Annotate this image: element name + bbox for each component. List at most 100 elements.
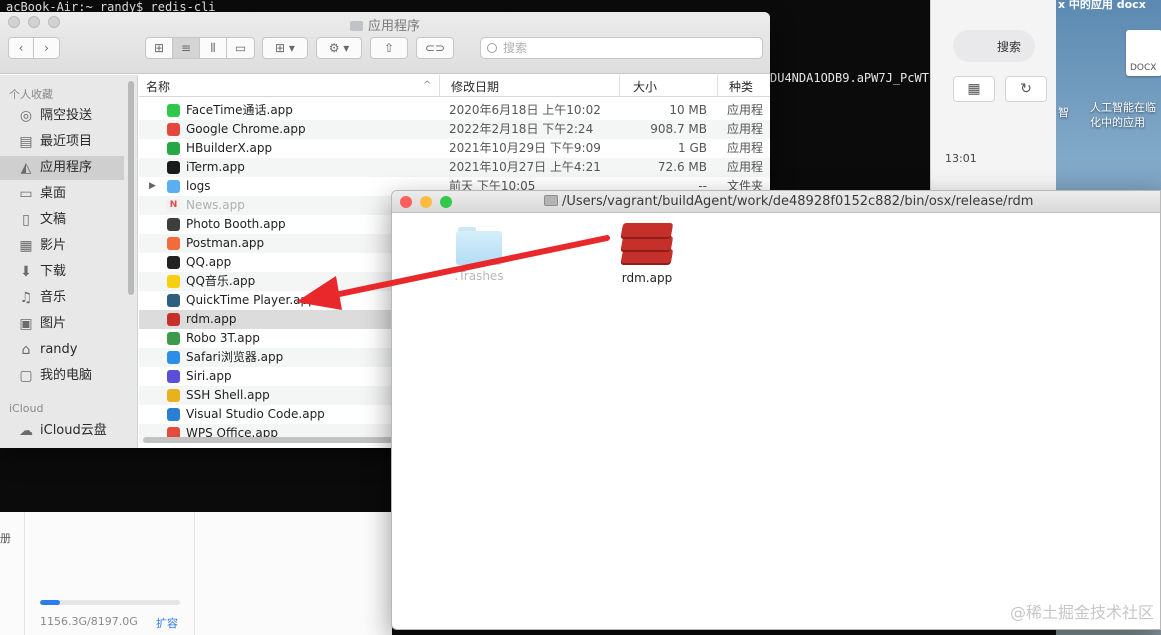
file-name: Visual Studio Code.app	[186, 407, 325, 421]
window-title-text: 应用程序	[367, 19, 420, 34]
refresh-icon[interactable]: ↻	[1005, 76, 1047, 102]
rdm-window-titlebar: /Users/vagrant/buildAgent/work/de48928f0…	[392, 191, 1160, 213]
caption-line-2: 化中的应用	[1090, 116, 1145, 129]
movies-icon: ▦	[19, 238, 33, 254]
file-name: Robo 3T.app	[186, 331, 260, 345]
column-separator[interactable]	[439, 75, 440, 97]
column-separator[interactable]	[619, 75, 620, 97]
disclosure-triangle-icon[interactable]: ▶	[149, 177, 156, 196]
share-icon[interactable]: ⇧	[370, 37, 408, 59]
action-gear-icon[interactable]: ⚙ ▾	[316, 37, 362, 59]
file-name: FaceTime通话.app	[186, 103, 293, 117]
sidebar-scrollbar[interactable]	[128, 81, 134, 295]
grid-view-icon[interactable]: ▦	[953, 76, 995, 102]
desktop-file-label: x 中的应用 docx	[1058, 0, 1146, 11]
airdrop-icon: ◎	[19, 108, 33, 124]
rdm-app-icon-item[interactable]: rdm.app	[602, 223, 692, 285]
file-row[interactable]: HBuilderX.app 2021年10月29日 下午9:09 1 GB 应用程	[139, 139, 770, 158]
search-icon	[487, 43, 497, 53]
divider	[24, 512, 25, 635]
column-header-kind[interactable]: 种类	[729, 78, 753, 95]
app-icon: N	[167, 199, 180, 212]
file-name: SSH Shell.app	[186, 388, 270, 402]
sidebar-item-8[interactable]: ♫ 音乐	[0, 286, 124, 310]
pictures-icon: ▣	[19, 316, 33, 332]
sidebar-item-icloud-drive[interactable]: ☁ iCloud云盘	[0, 419, 124, 443]
icon-view-icon[interactable]: ⊞	[146, 38, 173, 58]
redis-logo-icon	[620, 223, 674, 267]
documents-icon: ▯	[22, 212, 30, 228]
zoom-button[interactable]	[440, 196, 452, 208]
app-icon	[167, 161, 180, 174]
file-name: logs	[186, 179, 211, 193]
desktop-side-text: 智	[1058, 106, 1069, 119]
back-icon[interactable]: ‹	[9, 38, 34, 58]
gallery-view-icon[interactable]: ▭	[227, 38, 254, 58]
path-text: /Users/vagrant/buildAgent/work/de48928f0…	[562, 194, 1034, 209]
tag-icon[interactable]: ⊂⊃	[416, 37, 454, 59]
disk-icon	[544, 195, 558, 206]
sidebar-item-5[interactable]: ▯ 文稿	[0, 208, 124, 232]
sidebar-item-1[interactable]: ◎ 隔空投送	[0, 104, 124, 128]
file-name: Photo Booth.app	[186, 217, 286, 231]
list-view-icon[interactable]: ≡	[173, 38, 200, 58]
app-icon	[167, 180, 180, 193]
background-search-button[interactable]: 搜索	[953, 30, 1035, 62]
sidebar-item-3[interactable]: ◭ 应用程序	[0, 156, 124, 180]
file-name: HBuilderX.app	[186, 141, 273, 155]
file-date: 2020年6月18日 上午10:02	[449, 103, 601, 117]
file-row[interactable]: FaceTime通话.app 2020年6月18日 上午10:02 10 MB 应用程	[139, 101, 770, 120]
docx-label: DOCX	[1130, 63, 1157, 73]
file-kind: 应用程	[727, 160, 764, 174]
column-header-name[interactable]: 名称	[146, 78, 170, 95]
column-separator[interactable]	[717, 75, 718, 97]
storage-panel: 册 1156.3G/8197.0G 扩容	[0, 512, 392, 635]
app-icon	[167, 313, 180, 326]
group-by-button[interactable]: ⊞ ▾	[262, 37, 308, 59]
storage-progress-bar	[40, 600, 180, 605]
file-name: rdm.app	[186, 312, 237, 326]
sidebar-item-7[interactable]: ⬇ 下载	[0, 260, 124, 284]
rdm-volume-window: /Users/vagrant/buildAgent/work/de48928f0…	[391, 190, 1161, 630]
folder-icon	[456, 227, 502, 265]
sidebar-item-label: 我的电脑	[40, 368, 93, 383]
file-date: 2021年10月27日 上午4:21	[449, 160, 601, 174]
sidebar-item-2[interactable]: ▤ 最近项目	[0, 130, 124, 154]
sidebar-item-6[interactable]: ▦ 影片	[0, 234, 124, 258]
app-icon	[167, 218, 180, 231]
timestamp: 13:01	[945, 152, 977, 165]
app-icon	[167, 408, 180, 421]
close-button[interactable]	[400, 196, 412, 208]
storage-progress-fill	[40, 600, 60, 605]
file-row[interactable]: iTerm.app 2021年10月27日 上午4:21 72.6 MB 应用程	[139, 158, 770, 177]
column-header-date[interactable]: 修改日期	[451, 78, 499, 95]
sidebar-section-favorites: 个人收藏	[9, 88, 53, 101]
file-row[interactable]: Google Chrome.app 2022年2月18日 下午2:24 908.7 …	[139, 120, 770, 139]
column-header-size[interactable]: 大小	[633, 78, 657, 95]
file-date: 2021年10月29日 下午9:09	[449, 141, 601, 155]
sidebar-item-10[interactable]: ⌂ randy	[0, 338, 124, 362]
column-view-icon[interactable]: ⫴	[200, 38, 227, 58]
trashes-folder[interactable]: .Trashes	[434, 227, 524, 283]
sidebar-item-label: 下载	[40, 264, 67, 279]
sidebar-item-11[interactable]: ▢ 我的电脑	[0, 364, 124, 388]
sidebar-item-9[interactable]: ▣ 图片	[0, 312, 124, 336]
file-size: 10 MB	[669, 103, 707, 117]
trashes-label: .Trashes	[454, 269, 504, 283]
sidebar-item-label: 应用程序	[40, 160, 93, 175]
app-icon	[167, 123, 180, 136]
minimize-button[interactable]	[420, 196, 432, 208]
file-name: QQ音乐.app	[186, 274, 256, 288]
expand-storage-link[interactable]: 扩容	[156, 615, 178, 631]
recents-icon: ▤	[19, 134, 33, 150]
search-input[interactable]: 搜索	[480, 37, 763, 59]
window-path-title: /Users/vagrant/buildAgent/work/de48928f0…	[544, 194, 1033, 209]
docx-file-icon[interactable]: DOCX	[1126, 30, 1161, 76]
sidebar-item-4[interactable]: ▭ 桌面	[0, 182, 124, 206]
sidebar-item-label: 影片	[40, 238, 67, 253]
list-header: 名称 ^ 修改日期 大小 种类	[139, 75, 770, 97]
app-icon	[167, 237, 180, 250]
app-icon	[167, 256, 180, 269]
storage-side-label: 册	[0, 532, 11, 545]
forward-icon[interactable]: ›	[34, 38, 59, 58]
